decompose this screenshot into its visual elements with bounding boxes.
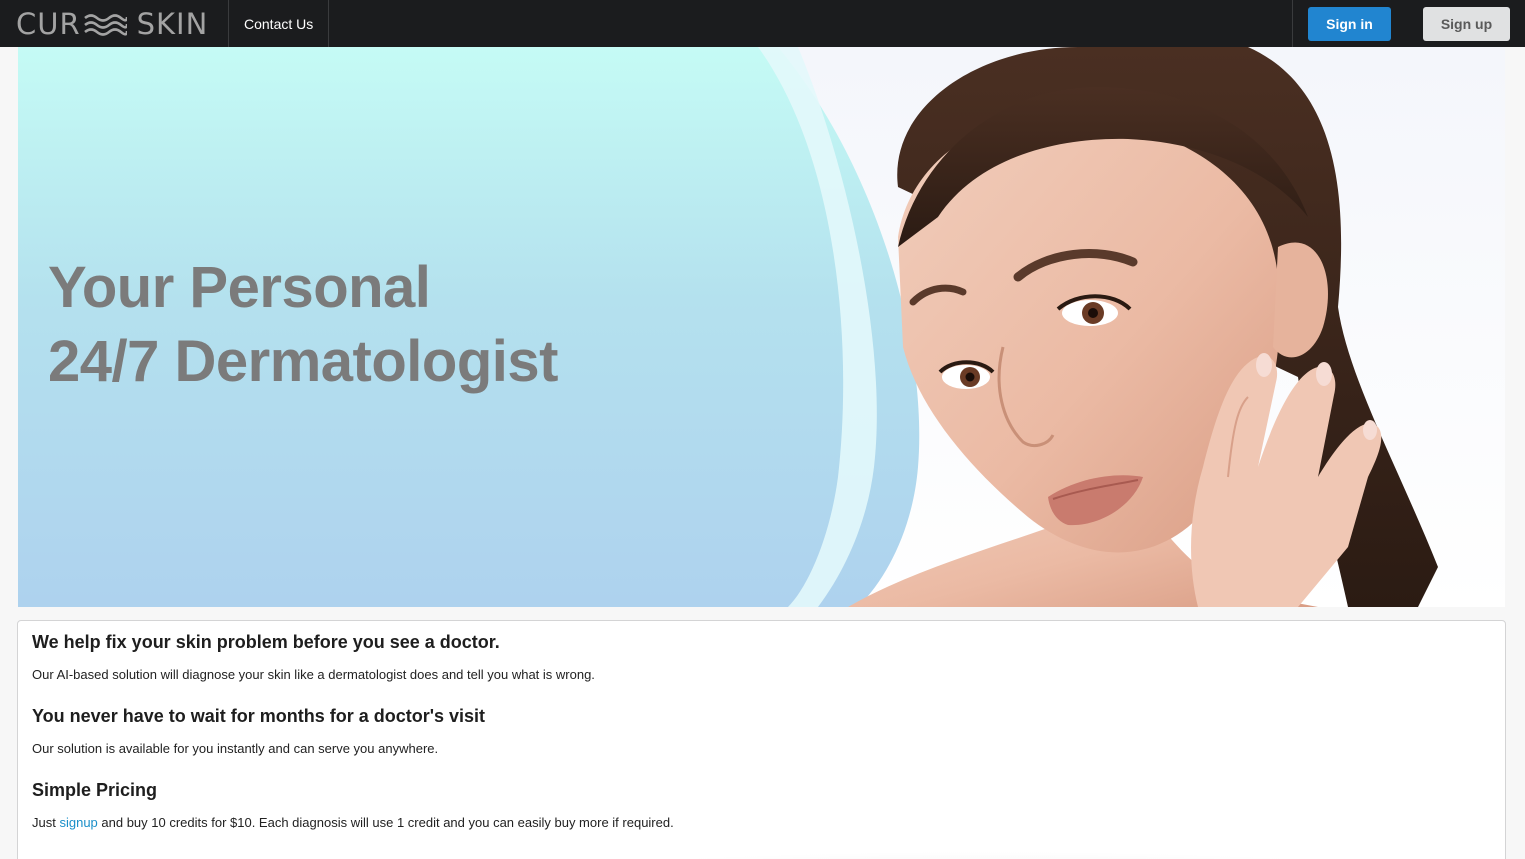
navbar-spacer [329, 0, 1292, 47]
section-heading-no-wait: You never have to wait for months for a … [32, 706, 486, 726]
hero-banner: Your Personal 24/7 Dermatologist [18, 47, 1505, 607]
brand-text-left: CUR [16, 6, 81, 41]
hero-title-line1: Your Personal [48, 255, 431, 320]
section-text-ai-solution: Our AI-based solution will diagnose your… [32, 667, 595, 682]
brand-logo[interactable]: CUR SKIN [0, 0, 229, 47]
info-card: We help fix your skin problem before you… [17, 620, 1525, 859]
waves-icon [83, 13, 127, 36]
hero-title: Your Personal 24/7 Dermatologist [48, 251, 558, 399]
brand-text-right: SKIN [136, 6, 209, 41]
pricing-prefix: Just [32, 815, 60, 830]
nav-contact-us[interactable]: Contact Us [229, 0, 330, 47]
signup-link[interactable]: signup [59, 815, 97, 830]
sign-up-button[interactable]: Sign up [1423, 6, 1510, 41]
section-heading-pricing: Simple Pricing [32, 780, 158, 800]
hero-title-line2: 24/7 Dermatologist [48, 329, 558, 394]
section-heading-fix-skin: We help fix your skin problem before you… [32, 632, 500, 652]
top-navbar: CUR SKIN Contact Us Sign in Sign up [0, 0, 1525, 47]
sign-in-button[interactable]: Sign in [1308, 6, 1391, 41]
pricing-suffix: and buy 10 credits for $10. Each diagnos… [97, 815, 674, 830]
bottom-fade [438, 851, 1525, 859]
auth-buttons: Sign in Sign up [1292, 0, 1525, 47]
section-text-availability: Our solution is available for you instan… [32, 741, 439, 756]
section-text-pricing: Just signup and buy 10 credits for $10. … [32, 815, 1491, 830]
